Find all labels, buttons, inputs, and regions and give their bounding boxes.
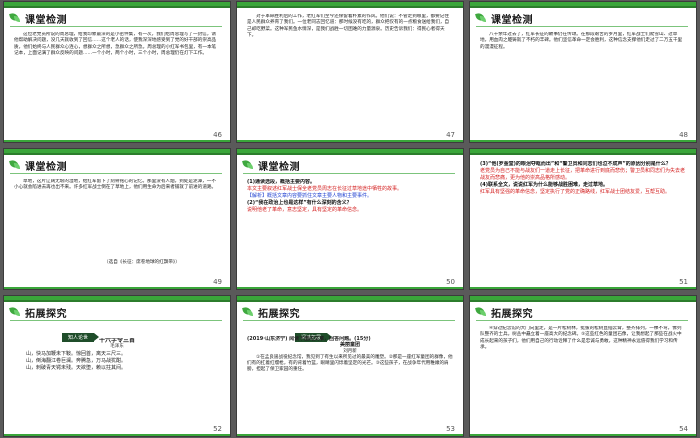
slide-footer-bar <box>237 287 463 289</box>
slide-header-stripe <box>237 153 463 155</box>
slide-header-stripe <box>4 6 230 8</box>
article-text: ①在孟良崮战役纪念馆，我见到了有生以来所见过的最美的雕塑。②那是一座红军童团的群… <box>247 354 453 373</box>
slide-body-text: 这位老党员所说的周总理，给我印象最深的是小密件集，有一次，我们给周总理写了一封信… <box>14 32 217 56</box>
slide-title: 拓展探究 <box>491 308 533 320</box>
slide-thumbnail-51[interactable]: (3)“他(罗金堂)的眼泪夺眶而出”和“警卫员和同志们也泣不成声”的原因分别是什… <box>470 149 696 289</box>
slide-qa-block: (3)“他(罗金堂)的眼泪夺眶而出”和“警卫员和同志们也泣不成声”的原因分别是什… <box>480 161 686 271</box>
answer-2: 说明他老了革命，意志坚定，具有坚定的革命信念。 <box>247 207 363 213</box>
slide-footer-bar <box>237 434 463 436</box>
slide-footer-bar <box>4 140 230 142</box>
slide-title: 课堂检测 <box>491 14 533 26</box>
slide-qa-block: (1)通读选段，概括主要内容。 本文主要叙述红军战士保全老党员周志在长征过草地途… <box>247 179 453 271</box>
leaf-icon <box>243 307 255 317</box>
leaf-icon <box>476 13 488 23</box>
slide-footer-bar <box>4 287 230 289</box>
heading-underline <box>243 320 455 321</box>
page-number: 54 <box>679 425 688 433</box>
leaf-icon <box>243 160 255 170</box>
slide-body-text: 对于革命胜利后的工作，老红军们至今还保留着朴素的作风。他们说：不管走到哪里，都要… <box>247 14 450 38</box>
slide-thumbnail-50[interactable]: 课堂检测 (1)通读选段，概括主要内容。 本文主要叙述红军战士保全老党员周志在长… <box>237 149 463 289</box>
page-number: 49 <box>213 278 222 286</box>
slide-footer-bar <box>4 434 230 436</box>
slide-footer-bar <box>237 140 463 142</box>
question-2: (2)“我在政治上也是这样”有什么深刻的含义？ <box>247 200 352 206</box>
slide-header-stripe <box>4 153 230 155</box>
heading-underline <box>10 26 222 27</box>
leaf-icon <box>10 160 22 170</box>
answer-4: 红军具有坚强的革命信念，坚定执行了党的正确路线，红军战士团结友爱，互帮互助。 <box>480 189 671 195</box>
answer-1: 本文主要叙述红军战士保全老党员周志在长征过草地途中牺牲的故事。 <box>247 186 403 192</box>
slide-header-stripe <box>4 300 230 302</box>
slide-title: 课堂检测 <box>25 14 67 26</box>
question-3: (3)“他(罗金堂)的眼泪夺眶而出”和“警卫员和同志们也泣不成声”的原因分别是什… <box>480 161 671 167</box>
slide-body-text: 八十余年过去了，红军长征的故事仍在传颂。在那段艰苦的岁月里，红军战士们爬雪山、过… <box>480 32 683 50</box>
question-4: (4)联系全文，说说红军为什么能够战胜困难，走过草地。 <box>480 182 609 188</box>
page-number: 48 <box>679 131 688 139</box>
page-number: 52 <box>213 425 222 433</box>
slide-thumbnail-52[interactable]: 拓展探究 知人论世 十六字令三首 毛泽东 山，快马加鞭未下鞍。惊回首，离天三尺三… <box>4 296 230 436</box>
slide-footer-bar <box>470 287 696 289</box>
page-number: 50 <box>446 278 455 286</box>
slide-header-stripe <box>237 300 463 302</box>
heading-underline <box>10 320 222 321</box>
poem-line: 山，刺破青天锷未残。天欲堕，赖以拄其间。 <box>26 364 127 371</box>
slide-heading: 拓展探究 <box>10 304 67 320</box>
poem-line: 山，倒海翻江卷巨澜。奔腾急，万马战犹酣。 <box>26 357 127 364</box>
page-number: 53 <box>446 425 455 433</box>
slide-heading: 课堂检测 <box>10 10 67 26</box>
slide-title: 课堂检测 <box>25 161 67 173</box>
slide-footer-bar <box>470 434 696 436</box>
slide-thumbnail-46[interactable]: 课堂检测 这位老党员所说的周总理，给我印象最深的是小密件集，有一次，我们给周总理… <box>4 2 230 142</box>
slide-body-text: 草地，这片辽阔无垠的湿地，给红军留下了刻骨铭心的记忆。那里没有人烟，到处是泥潭，… <box>14 179 217 191</box>
heading-underline <box>10 173 222 174</box>
heading-underline <box>476 26 688 27</box>
poem-block: 十六字令三首 毛泽东 山，快马加鞭未下鞍。惊回首，离天三尺三。 山，倒海翻江卷巨… <box>14 338 220 418</box>
leaf-icon <box>10 13 22 23</box>
page-number: 47 <box>446 131 455 139</box>
slide-title: 拓展探究 <box>25 308 67 320</box>
slide-heading: 拓展探究 <box>476 304 533 320</box>
slide-heading: 课堂检测 <box>476 10 533 26</box>
source-citation: （选自《长征：席卷地球的红飘带》） <box>104 260 180 265</box>
slide-header-stripe <box>470 153 696 155</box>
slide-header-stripe <box>470 300 696 302</box>
slide-thumbnail-48[interactable]: 课堂检测 八十余年过去了，红军长征的故事仍在传颂。在那段艰苦的岁月里，红军战士们… <box>470 2 696 142</box>
reading-block: (2019·山东济宁) 阅读下面的文章，回答问题。(15分) 美丽童团 刘月新 … <box>247 336 453 418</box>
slide-header-stripe <box>470 6 696 8</box>
slide-heading: 拓展探究 <box>243 304 300 320</box>
answer-3: 老党员为自己不能与战友们一道走上长征，把革命进行到底而悲伤；警卫员和同志们为失去… <box>480 168 686 181</box>
analysis-1: 【解析】概括文章内容要抓住文章主要人物和主要事件。 <box>247 193 373 199</box>
slide-thumbnail-47[interactable]: 对于革命胜利后的工作，老红军们至今还保留着朴素的作风。他们说：不管走到哪里，都要… <box>237 2 463 142</box>
slide-footer-bar <box>470 140 696 142</box>
slide-heading: 课堂检测 <box>243 157 300 173</box>
heading-underline <box>243 173 455 174</box>
slide-heading: 课堂检测 <box>10 157 67 173</box>
poem-line: 山，快马加鞭未下鞍。惊回首，离天三尺三。 <box>26 350 127 357</box>
page-number: 51 <box>679 278 688 286</box>
slide-body-text: ④穿过纪念馆的大门向里走，是一片松树林，挺拔的松树直插云霄，整齐排列，一棵不弯，… <box>480 326 682 350</box>
page-number: 46 <box>213 131 222 139</box>
slide-thumbnail-49[interactable]: 课堂检测 草地，这片辽阔无垠的湿地，给红军留下了刻骨铭心的记忆。那里没有人烟，到… <box>4 149 230 289</box>
leaf-icon <box>10 307 22 317</box>
slide-header-stripe <box>237 6 463 8</box>
leaf-icon <box>476 307 488 317</box>
slide-title: 课堂检测 <box>258 161 300 173</box>
slide-thumbnail-54[interactable]: 拓展探究 ④穿过纪念馆的大门向里走，是一片松树林，挺拔的松树直插云霄，整齐排列，… <box>470 296 696 436</box>
heading-underline <box>476 320 688 321</box>
slide-thumbnail-53[interactable]: 拓展探究 阅读拓展 (2019·山东济宁) 阅读下面的文章，回答问题。(15分)… <box>237 296 463 436</box>
slide-title: 拓展探究 <box>258 308 300 320</box>
question-1: (1)通读选段，概括主要内容。 <box>247 179 316 185</box>
